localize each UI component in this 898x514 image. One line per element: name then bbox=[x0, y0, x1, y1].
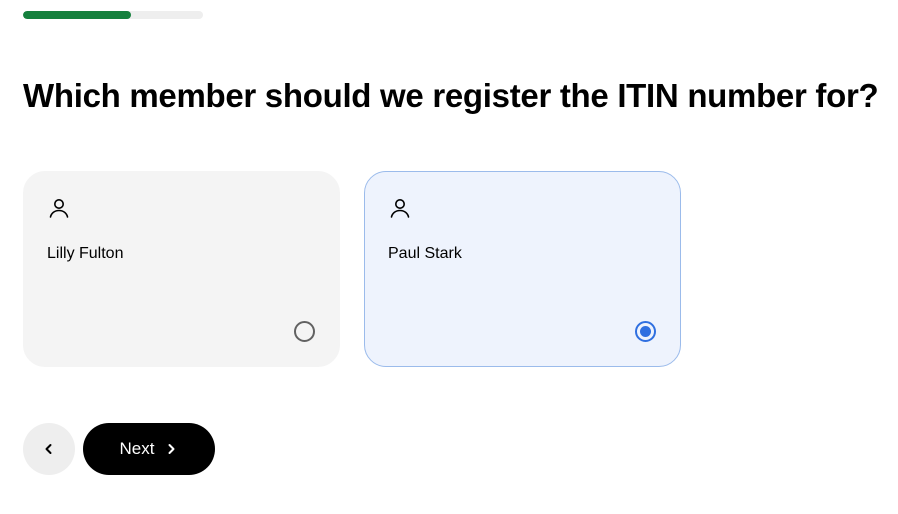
navigation-buttons: Next bbox=[23, 423, 215, 475]
member-radio-lilly-fulton[interactable] bbox=[294, 321, 315, 342]
user-icon bbox=[390, 199, 410, 218]
progress-bar bbox=[23, 11, 203, 19]
page-title: Which member should we register the ITIN… bbox=[23, 77, 879, 114]
member-card-paul-stark[interactable]: Paul Stark bbox=[364, 171, 681, 367]
user-icon bbox=[49, 199, 69, 218]
progress-bar-fill bbox=[23, 11, 131, 19]
page: Which member should we register the ITIN… bbox=[0, 0, 898, 514]
member-card-lilly-fulton[interactable]: Lilly Fulton bbox=[23, 171, 340, 367]
chevron-left-icon bbox=[45, 444, 52, 454]
back-button[interactable] bbox=[23, 423, 75, 475]
member-name: Paul Stark bbox=[388, 245, 462, 262]
member-name: Lilly Fulton bbox=[47, 245, 124, 262]
chevron-right-icon bbox=[168, 444, 175, 454]
member-radio-paul-stark[interactable] bbox=[635, 321, 656, 342]
next-button[interactable]: Next bbox=[83, 423, 215, 475]
member-options: Lilly Fulton Paul Stark bbox=[23, 171, 681, 367]
next-button-label: Next bbox=[119, 439, 155, 458]
